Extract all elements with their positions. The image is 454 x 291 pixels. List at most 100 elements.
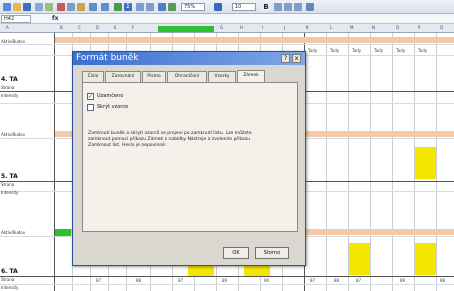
column-headers: A B C D E F G H I J K L M N O P Q — [0, 24, 454, 33]
dialog-title-bar[interactable]: Formát buněk ? x — [73, 52, 305, 65]
cell-value: 88 — [334, 278, 340, 283]
highlighted-cell[interactable] — [415, 243, 436, 275]
row-label: Strana — [1, 277, 15, 282]
column-header[interactable]: L — [330, 25, 332, 30]
sort-desc-icon[interactable] — [146, 3, 154, 11]
day-header: Tady — [418, 48, 428, 53]
row-divider — [0, 44, 454, 45]
column-divider — [370, 33, 371, 291]
ok-button[interactable]: OK — [223, 247, 249, 259]
formula-bar: H42 fx — [0, 14, 454, 24]
column-header[interactable]: M — [350, 25, 353, 30]
protection-panel: ✓ Uzamčeno Skrýt vzorce Zamknutí buněk a… — [82, 82, 298, 232]
align-left-icon[interactable] — [274, 3, 282, 11]
column-header[interactable]: K — [306, 25, 309, 30]
tab-font[interactable]: Písmo — [142, 71, 166, 82]
cell-value: 87 — [178, 278, 184, 283]
column-header[interactable]: F — [132, 25, 134, 30]
column-header[interactable]: H — [240, 25, 243, 30]
save-icon[interactable] — [23, 3, 31, 11]
font-size-select[interactable]: 10 — [232, 3, 256, 11]
cell-value: 89 — [400, 278, 406, 283]
redo-icon[interactable] — [101, 3, 109, 11]
row-divider — [0, 284, 454, 285]
selected-column-range — [158, 26, 214, 32]
standard-toolbar: Σ 75% 10 B — [0, 0, 454, 14]
align-center-icon[interactable] — [284, 3, 292, 11]
column-header[interactable]: Q — [440, 25, 443, 30]
sort-asc-icon[interactable] — [136, 3, 144, 11]
cut-icon[interactable] — [57, 3, 65, 11]
cell-value: 87 — [96, 278, 102, 283]
tab-protection[interactable]: Zámek — [237, 70, 265, 82]
print-icon[interactable] — [35, 3, 43, 11]
highlighted-cell[interactable] — [349, 243, 370, 275]
column-header[interactable]: P — [418, 25, 420, 30]
locked-label: Uzamčeno — [97, 93, 124, 99]
row-label: Aktiv/Budov — [1, 39, 26, 44]
name-box[interactable]: H42 — [1, 15, 31, 23]
hidden-label: Skrýt vzorce — [97, 104, 129, 110]
day-header: Tady — [308, 48, 318, 53]
row-label: Intensity — [1, 93, 19, 98]
locked-checkbox[interactable]: ✓ — [87, 93, 94, 100]
function-icon[interactable]: fx — [52, 15, 58, 22]
green-cell[interactable] — [55, 229, 71, 236]
new-icon[interactable] — [3, 3, 11, 11]
cancel-button[interactable]: Storno — [255, 247, 289, 259]
section-title: 6. TA — [1, 268, 18, 275]
column-header[interactable]: B — [60, 25, 63, 30]
cell-value: 87 — [310, 278, 316, 283]
day-header: Tady — [352, 48, 362, 53]
tab-border[interactable]: Ohraničení — [167, 71, 207, 82]
format-cells-dialog: Formát buněk ? x Číslo Zarovnání Písmo O… — [72, 51, 306, 266]
column-header[interactable]: C — [78, 25, 81, 30]
open-icon[interactable] — [13, 3, 21, 11]
protection-description: Zamknutí buněk a skrytí vzorců se projev… — [88, 131, 252, 148]
tab-alignment[interactable]: Zarovnání — [105, 71, 141, 82]
header-band — [55, 37, 454, 43]
row-label: Strana — [1, 85, 15, 90]
close-button[interactable]: x — [292, 54, 301, 63]
row-label: Strana — [1, 182, 15, 187]
preview-icon[interactable] — [45, 3, 53, 11]
column-header[interactable]: D — [96, 25, 99, 30]
column-divider — [392, 33, 393, 291]
tab-patterns[interactable]: Vzorky — [208, 71, 236, 82]
section-title: 5. TA — [1, 173, 18, 180]
column-header[interactable]: I — [262, 25, 263, 30]
hyperlink-icon[interactable] — [114, 3, 122, 11]
drawing-icon[interactable] — [168, 3, 176, 11]
copy-icon[interactable] — [67, 3, 75, 11]
align-right-icon[interactable] — [294, 3, 302, 11]
row-label: Intensity — [1, 285, 19, 290]
column-header[interactable]: A — [6, 25, 9, 30]
hidden-checkbox[interactable] — [87, 104, 94, 111]
borders-icon[interactable] — [306, 3, 314, 11]
paste-icon[interactable] — [77, 3, 85, 11]
column-header[interactable]: E — [114, 25, 117, 30]
autosum-icon[interactable]: Σ — [124, 3, 132, 11]
day-header: Tady — [374, 48, 384, 53]
day-header: Tady — [330, 48, 340, 53]
column-divider — [326, 33, 327, 291]
help-button[interactable]: ? — [281, 54, 290, 63]
undo-icon[interactable] — [89, 3, 97, 11]
dialog-title: Formát buněk — [76, 53, 139, 63]
column-header[interactable]: G — [220, 25, 223, 30]
chart-icon[interactable] — [158, 3, 166, 11]
zoom-select[interactable]: 75% — [181, 3, 205, 11]
row-label: Intensity — [1, 190, 19, 195]
row-label: Aktiv/Budov — [1, 132, 26, 137]
bold-button[interactable]: B — [262, 3, 270, 11]
help-icon[interactable] — [214, 3, 222, 11]
column-divider — [54, 33, 55, 291]
highlighted-cell[interactable] — [415, 147, 436, 179]
cell-value: 89 — [222, 278, 228, 283]
row-label: Aktiv/Budov — [1, 230, 26, 235]
column-header[interactable]: O — [396, 25, 399, 30]
column-header[interactable]: J — [284, 25, 285, 30]
column-header[interactable]: N — [372, 25, 375, 30]
tab-number[interactable]: Číslo — [82, 71, 104, 82]
cell-value: 87 — [356, 278, 362, 283]
